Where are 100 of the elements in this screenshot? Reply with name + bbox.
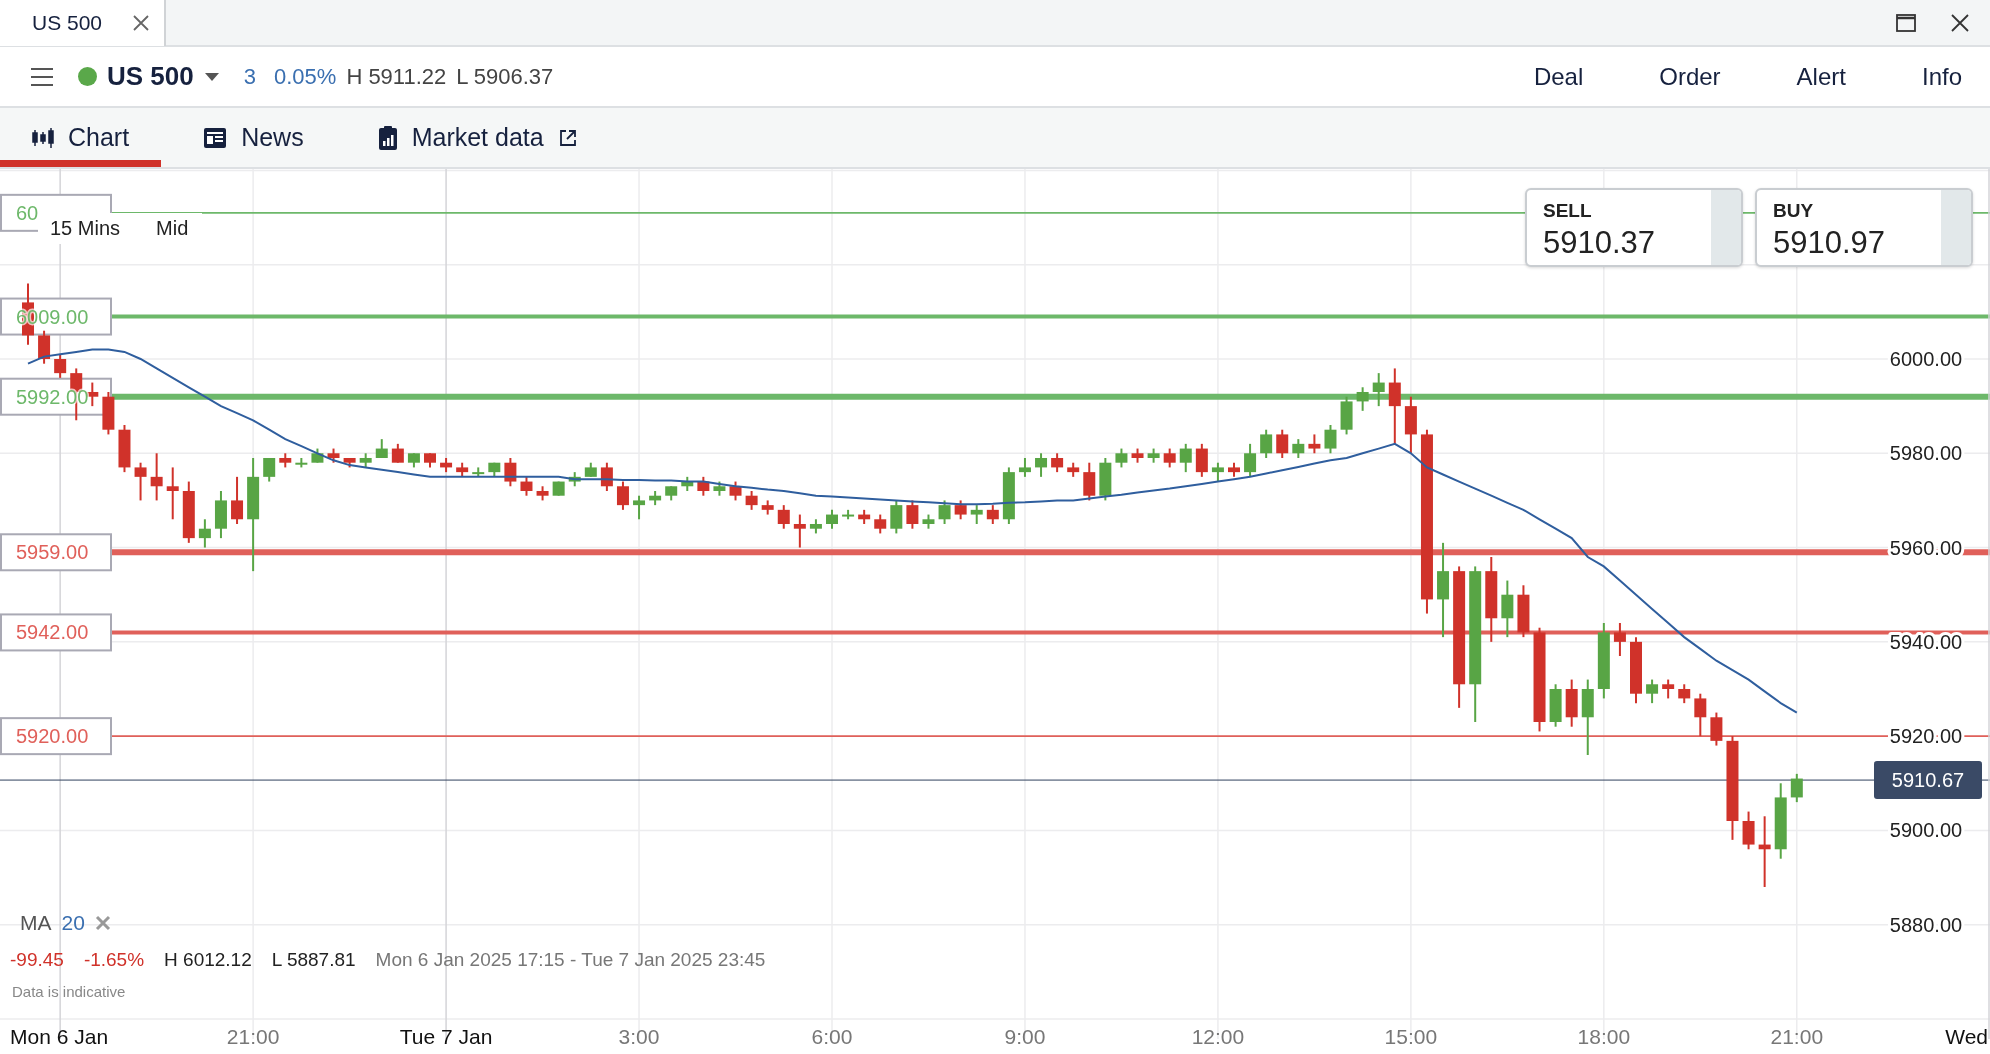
candlestick [1195,442,1208,478]
price-level-label: 60 [16,201,39,224]
price-level-line[interactable] [112,393,1990,400]
x-axis-label: 9:00 [1004,1025,1046,1048]
x-axis-label: Wed [1945,1025,1988,1048]
external-link-icon [557,127,578,148]
price-change: 3 [243,63,256,90]
range-high: H 6012.12 [164,949,252,971]
candlestick [1790,772,1803,804]
buy-button[interactable]: BUY 5910.97 [1755,188,1973,267]
candlestick [1244,442,1257,478]
clipboard-chart-icon [377,124,398,151]
range-low: L 5887.81 [271,949,356,971]
maximize-icon[interactable] [1896,13,1916,32]
candlestick [1018,456,1031,478]
candlestick [970,504,983,525]
price-level-line[interactable] [111,735,1990,737]
candlestick [1678,683,1691,705]
x-axis-label: 18:00 [1577,1025,1631,1048]
price-level-label: 5920.00 [16,725,89,748]
candlestick [1276,428,1289,459]
candlestick [1710,711,1723,747]
candlestick [1083,461,1096,502]
sell-button[interactable]: SELL 5910.37 [1525,188,1743,267]
candlestick [1742,810,1755,851]
candlestick [890,499,903,535]
candlestick [1662,678,1675,700]
tab-title: US 500 [32,10,103,35]
candlestick [986,504,999,525]
candlestick [1324,423,1337,455]
y-axis-label: 5880.00 [1889,913,1963,936]
high-price: H 5911.22 [346,63,447,90]
candlestick [777,504,790,530]
candlestick [375,438,388,459]
candlestick [38,329,51,365]
remove-icon[interactable] [94,915,111,931]
candlestick [391,442,404,464]
range-change-percent: -1.65% [83,949,145,971]
candlestick [198,518,211,549]
candlestick [1115,447,1128,469]
price-level-label: 5942.00 [16,621,89,644]
candlestick [520,475,533,497]
candlestick [150,452,163,502]
document-tab[interactable]: US 500 [0,0,166,46]
action-button[interactable]: Alert [1786,56,1856,97]
price-level-label: 5959.00 [16,541,89,564]
close-icon[interactable] [132,13,150,32]
candlestick [633,494,646,521]
close-icon[interactable] [1950,12,1970,33]
candlestick [231,475,244,525]
candlestick [1646,678,1659,705]
y-axis-label: 5900.00 [1889,819,1963,842]
nav-tab[interactable]: News [171,108,336,167]
x-axis-label: 12:00 [1191,1025,1245,1048]
price-type-selector[interactable]: Mid [156,217,189,240]
candlestick [134,461,147,502]
caret-icon[interactable] [203,71,220,82]
x-axis-label: 3:00 [618,1025,660,1048]
disclaimer-text: Data is indicative [11,983,127,1000]
candlestick [1292,438,1305,459]
x-axis-label: 21:00 [226,1025,280,1048]
range-change: -99.45 [10,949,64,971]
x-axis-label: Mon 6 Jan [10,1025,109,1048]
menu-icon[interactable] [30,66,54,87]
candlestick [1179,442,1192,474]
x-axis-label: Tue 7 Jan [399,1025,493,1048]
interval-selector[interactable]: 15 Mins [50,217,121,240]
candlestick [1388,367,1401,445]
candlestick [1051,452,1064,474]
candlestick [745,489,758,511]
candlestick-icon [32,126,54,149]
instrument-name[interactable]: US 500 [107,61,194,92]
nav-tab[interactable]: Market data [345,108,610,167]
price-level-line[interactable] [112,630,1990,635]
current-price-tag: 5910.67 [1874,761,1982,800]
y-axis-label: 5980.00 [1889,442,1963,465]
action-button[interactable]: Order [1649,56,1731,97]
candlestick [938,499,951,525]
candlestick [1501,579,1514,639]
candlestick [793,513,806,549]
candlestick [600,461,613,492]
candlestick [1163,447,1176,469]
candlestick [1035,452,1048,478]
x-axis-label: 15:00 [1384,1025,1438,1048]
x-axis-label: 21:00 [1770,1025,1824,1048]
low-price: L 5906.37 [456,63,554,90]
candlestick [826,508,838,530]
candlestick [616,480,629,511]
action-button[interactable]: Deal [1523,56,1594,97]
candlestick [874,513,887,535]
candlestick [1694,692,1707,738]
y-axis-label: 5940.00 [1889,630,1963,653]
candlestick [1260,428,1273,459]
price-change-percent: 0.05% [274,63,337,90]
x-axis-label: 6:00 [811,1025,853,1048]
candlestick [54,353,67,379]
nav-tab[interactable]: Chart [0,108,162,167]
indicator-period[interactable]: 20 [61,911,85,935]
candlestick [1613,621,1626,657]
action-button[interactable]: Info [1911,56,1972,97]
